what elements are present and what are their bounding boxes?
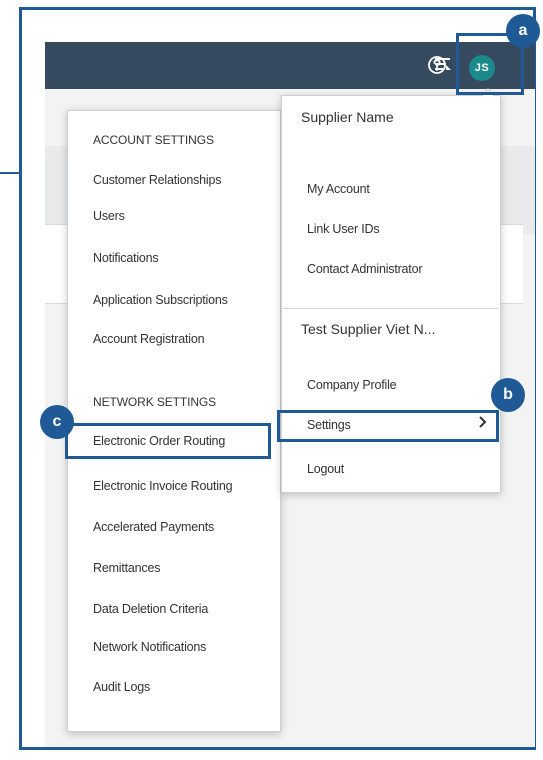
callout-badge-a: a (506, 14, 540, 48)
settings-submenu (67, 110, 281, 732)
company-name-label: Test Supplier Viet N... (301, 321, 436, 337)
menu-item-application-subscriptions[interactable]: Application Subscriptions (93, 293, 228, 307)
menu-item-contact-administrator[interactable]: Contact Administrator (307, 262, 422, 276)
menu-item-company-profile[interactable]: Company Profile (307, 378, 397, 392)
menu-item-logout[interactable]: Logout (307, 462, 344, 476)
menu-item-remittances[interactable]: Remittances (93, 561, 160, 575)
callout-highlight-c (65, 423, 271, 459)
help-circle-icon[interactable] (427, 55, 447, 75)
supplier-name-label: Supplier Name (301, 109, 394, 125)
callout-highlight-b (277, 410, 499, 442)
menu-item-accelerated-payments[interactable]: Accelerated Payments (93, 520, 214, 534)
callout-badge-c: c (40, 405, 74, 439)
callout-badge-b: b (491, 378, 525, 412)
menu-item-network-notifications[interactable]: Network Notifications (93, 640, 206, 654)
menu-item-electronic-invoice-routing[interactable]: Electronic Invoice Routing (93, 479, 233, 493)
network-settings-heading: NETWORK SETTINGS (93, 395, 217, 409)
menu-item-notifications[interactable]: Notifications (93, 251, 159, 265)
menu-item-users[interactable]: Users (93, 209, 125, 223)
menu-item-customer-relationships[interactable]: Customer Relationships (93, 173, 221, 187)
menu-item-audit-logs[interactable]: Audit Logs (93, 680, 150, 694)
menu-item-account-registration[interactable]: Account Registration (93, 332, 205, 346)
account-settings-heading: ACCOUNT SETTINGS (93, 133, 214, 147)
account-menu-divider (282, 308, 498, 309)
menu-item-my-account[interactable]: My Account (307, 182, 370, 196)
menu-item-data-deletion-criteria[interactable]: Data Deletion Criteria (93, 602, 208, 616)
menu-item-link-user-ids[interactable]: Link User IDs (307, 222, 380, 236)
